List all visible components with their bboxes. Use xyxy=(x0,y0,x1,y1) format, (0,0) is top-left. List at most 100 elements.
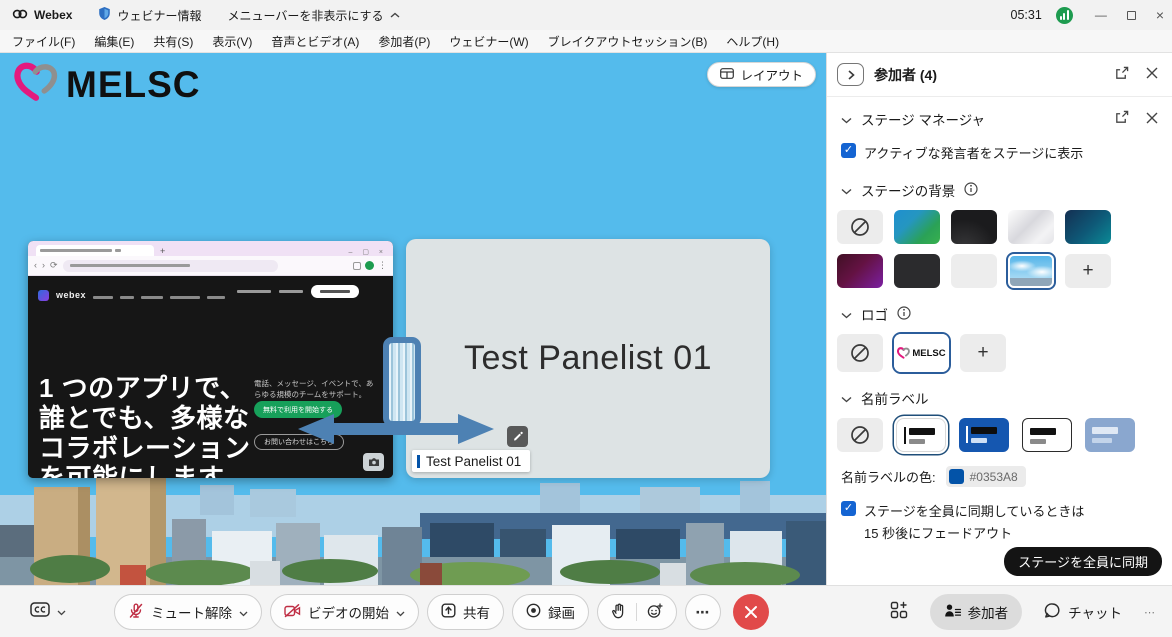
logo-option-melsc-selected[interactable]: MELSC xyxy=(894,334,949,372)
browser-tab-bar: + – ▢ × xyxy=(28,241,393,256)
share-screen-icon xyxy=(441,603,456,621)
record-button[interactable]: 録画 xyxy=(512,594,589,630)
background-option-teal-green[interactable] xyxy=(894,210,940,244)
title-bar: Webex ウェビナー情報 メニューバーを非表示にする 05:31 — × xyxy=(0,0,1172,30)
hide-menubar-button[interactable]: メニューバーを非表示にする xyxy=(227,7,399,24)
webinar-info-button[interactable]: ウェビナー情報 xyxy=(98,6,201,24)
sync-stage-button[interactable]: ステージを全員に同期 xyxy=(1004,547,1162,576)
popout-panel-icon[interactable] xyxy=(1114,66,1129,84)
background-none-option[interactable] xyxy=(837,210,883,244)
popout-stage-manager-icon[interactable] xyxy=(1114,110,1129,128)
melsc-heart-icon xyxy=(14,61,58,108)
webpage-support-text: 電話、メッセージ、イベントで、あらゆる規模のチームをサポート。 xyxy=(254,378,379,401)
closed-captions-button[interactable] xyxy=(30,602,66,622)
background-option-city-selected[interactable] xyxy=(1008,254,1054,288)
chat-toggle-button[interactable]: チャット xyxy=(1044,602,1122,622)
add-background-button[interactable]: + xyxy=(1065,254,1111,288)
name-label-style-1-selected[interactable] xyxy=(896,418,946,452)
app-name: Webex xyxy=(34,8,72,22)
menu-view[interactable]: 表示(V) xyxy=(212,33,252,50)
menu-bar: ファイル(F) 編集(E) 共有(S) 表示(V) 音声とビデオ(A) 参加者(… xyxy=(0,30,1172,53)
name-label-style-4[interactable] xyxy=(1085,418,1135,452)
apps-icon[interactable] xyxy=(890,601,908,624)
webex-site-logo-text: webex xyxy=(56,290,86,300)
city-skyline-background xyxy=(0,473,826,585)
new-tab-icon: + xyxy=(160,247,165,256)
start-video-button[interactable]: ビデオの開始 xyxy=(270,594,419,630)
background-option-navy-teal[interactable] xyxy=(1065,210,1111,244)
layout-button[interactable]: レイアウト xyxy=(707,62,816,87)
name-label-none-option[interactable] xyxy=(837,418,883,452)
menu-share[interactable]: 共有(S) xyxy=(153,33,193,50)
name-label-color-picker[interactable]: #0353A8 xyxy=(946,466,1026,487)
minimize-button[interactable]: — xyxy=(1095,9,1107,21)
stage-manager-title: ステージ マネージャ xyxy=(861,109,985,129)
pencil-icon xyxy=(512,428,523,446)
active-speaker-label: アクティブな発言者をステージに表示 xyxy=(864,143,1083,162)
profile-avatar-icon xyxy=(365,261,374,270)
leave-webinar-button[interactable] xyxy=(733,594,769,630)
webex-brand: Webex xyxy=(12,7,72,24)
panel-title: 参加者 (4) xyxy=(874,65,937,85)
camera-off-icon xyxy=(284,604,301,621)
info-icon[interactable] xyxy=(964,182,978,199)
participants-toggle-button[interactable]: 参加者 xyxy=(930,594,1023,630)
brand-text: MELSC xyxy=(66,64,201,106)
background-option-white-silk[interactable] xyxy=(1008,210,1054,244)
reactions-group xyxy=(597,594,677,630)
share-button[interactable]: 共有 xyxy=(427,594,504,630)
sync-fade-checkbox[interactable]: ✓ xyxy=(841,501,856,516)
stage-brand-logo: MELSC xyxy=(14,61,201,108)
close-panel-icon[interactable] xyxy=(1146,67,1158,82)
toolbar-overflow-icon[interactable]: ⋯ xyxy=(1144,606,1156,619)
background-option-purple[interactable] xyxy=(837,254,883,288)
more-options-button[interactable]: ⋯ xyxy=(685,594,721,630)
chevron-down-icon[interactable] xyxy=(396,605,405,620)
stage-area: MELSC レイアウト + – ▢ × ‹ › ⟳ xyxy=(0,53,826,585)
close-window-button[interactable]: × xyxy=(1156,8,1164,22)
chevron-down-icon[interactable] xyxy=(841,112,852,127)
chevron-up-icon xyxy=(390,8,400,22)
close-stage-manager-icon[interactable] xyxy=(1146,112,1158,127)
background-option-charcoal[interactable] xyxy=(894,254,940,288)
collapse-panel-button[interactable] xyxy=(837,63,864,86)
info-icon[interactable] xyxy=(897,306,911,323)
name-label-style-3[interactable] xyxy=(1022,418,1072,452)
logo-section-title: ロゴ xyxy=(861,304,888,324)
raise-hand-icon[interactable] xyxy=(611,603,626,622)
menu-audio-video[interactable]: 音声とビデオ(A) xyxy=(271,33,359,50)
background-option-black[interactable] xyxy=(951,210,997,244)
panelist-display-name: Test Panelist 01 xyxy=(464,339,712,378)
unmute-button[interactable]: ミュート解除 xyxy=(114,594,262,630)
chevron-down-icon[interactable] xyxy=(841,391,852,406)
chevron-down-icon[interactable] xyxy=(841,183,852,198)
menu-file[interactable]: ファイル(F) xyxy=(12,33,75,50)
name-label-color-label: 名前ラベルの色: xyxy=(841,467,936,486)
logo-none-option[interactable] xyxy=(837,334,883,372)
chevron-down-icon[interactable] xyxy=(239,605,248,620)
maximize-button[interactable] xyxy=(1127,11,1136,20)
menu-help[interactable]: ヘルプ(H) xyxy=(726,33,779,50)
connection-quality-icon[interactable] xyxy=(1056,7,1073,24)
menu-webinar[interactable]: ウェビナー(W) xyxy=(449,33,528,50)
sync-fade-label-line2: 15 秒後にフェードアウト xyxy=(827,523,1172,542)
active-speaker-checkbox[interactable]: ✓ xyxy=(841,143,856,158)
background-option-light-gray[interactable] xyxy=(951,254,997,288)
background-section-title: ステージの背景 xyxy=(861,180,955,200)
chat-bubble-icon xyxy=(1044,602,1061,622)
reactions-emoji-icon[interactable] xyxy=(647,603,663,622)
name-label-style-2[interactable] xyxy=(959,418,1009,452)
extension-icon xyxy=(353,262,361,270)
menu-edit[interactable]: 編集(E) xyxy=(94,33,134,50)
color-swatch xyxy=(949,469,964,484)
menu-breakout[interactable]: ブレイクアウトセッション(B) xyxy=(548,33,708,50)
shield-icon xyxy=(98,6,111,24)
color-hex-value: #0353A8 xyxy=(970,470,1018,484)
edit-name-label-button[interactable] xyxy=(507,426,528,447)
menu-participants[interactable]: 参加者(P) xyxy=(378,33,430,50)
browser-window-controls: – ▢ × xyxy=(349,248,389,256)
chevron-down-icon[interactable] xyxy=(841,307,852,322)
sync-fade-label-line1: ステージを全員に同期しているときは xyxy=(864,501,1084,520)
participants-icon xyxy=(944,603,961,621)
add-logo-button[interactable]: + xyxy=(960,334,1006,372)
